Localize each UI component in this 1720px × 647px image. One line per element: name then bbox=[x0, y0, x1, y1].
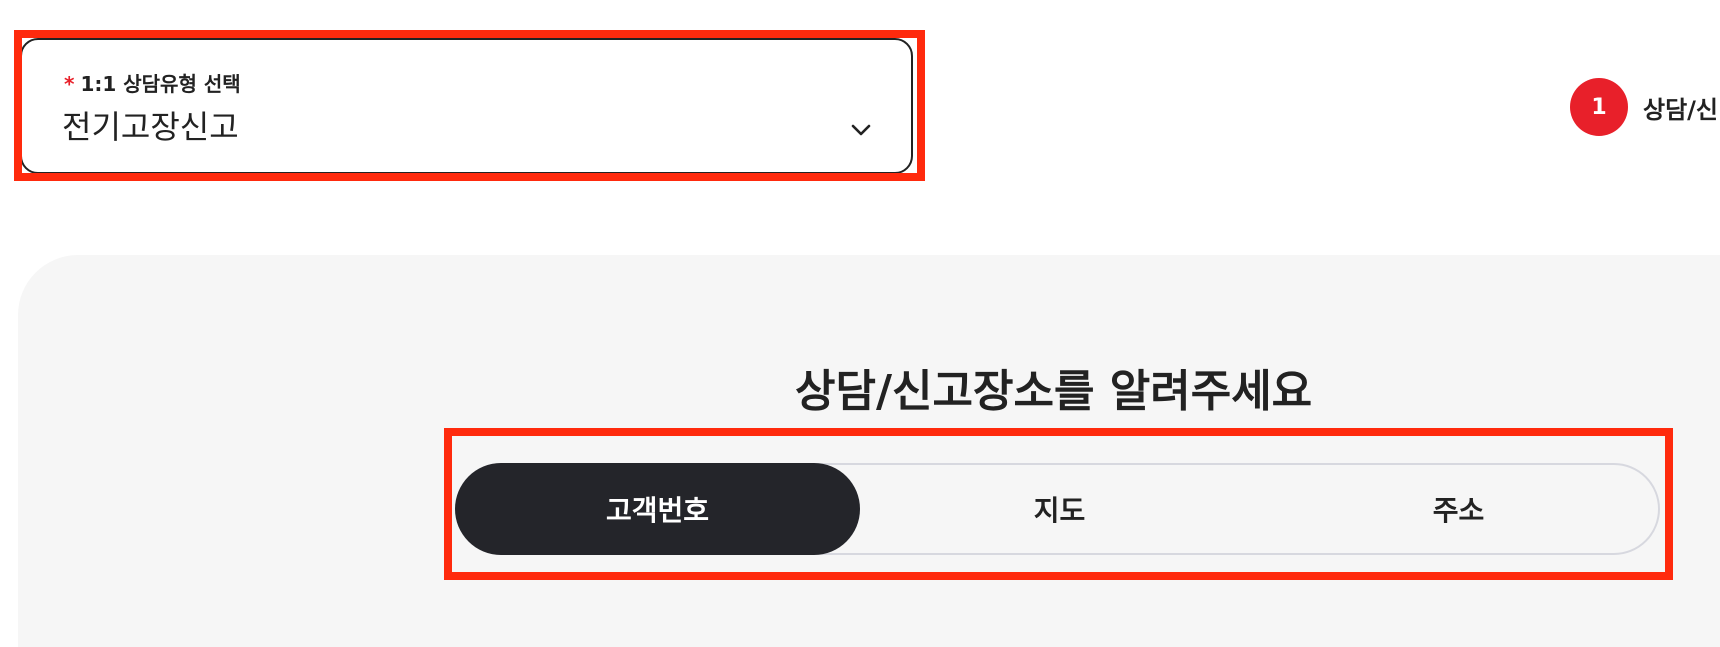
annotation-box-select bbox=[14, 30, 925, 181]
page: * 1:1 상담유형 선택 전기고장신고 1 상담/신 상담/신고장소를 알려주세… bbox=[0, 0, 1720, 647]
annotation-box-tabs bbox=[444, 428, 1673, 580]
step-label: 상담/신 bbox=[1643, 96, 1719, 124]
panel-title: 상담/신고장소를 알려주세요 bbox=[795, 366, 1313, 417]
step-number-badge: 1 bbox=[1570, 78, 1628, 136]
